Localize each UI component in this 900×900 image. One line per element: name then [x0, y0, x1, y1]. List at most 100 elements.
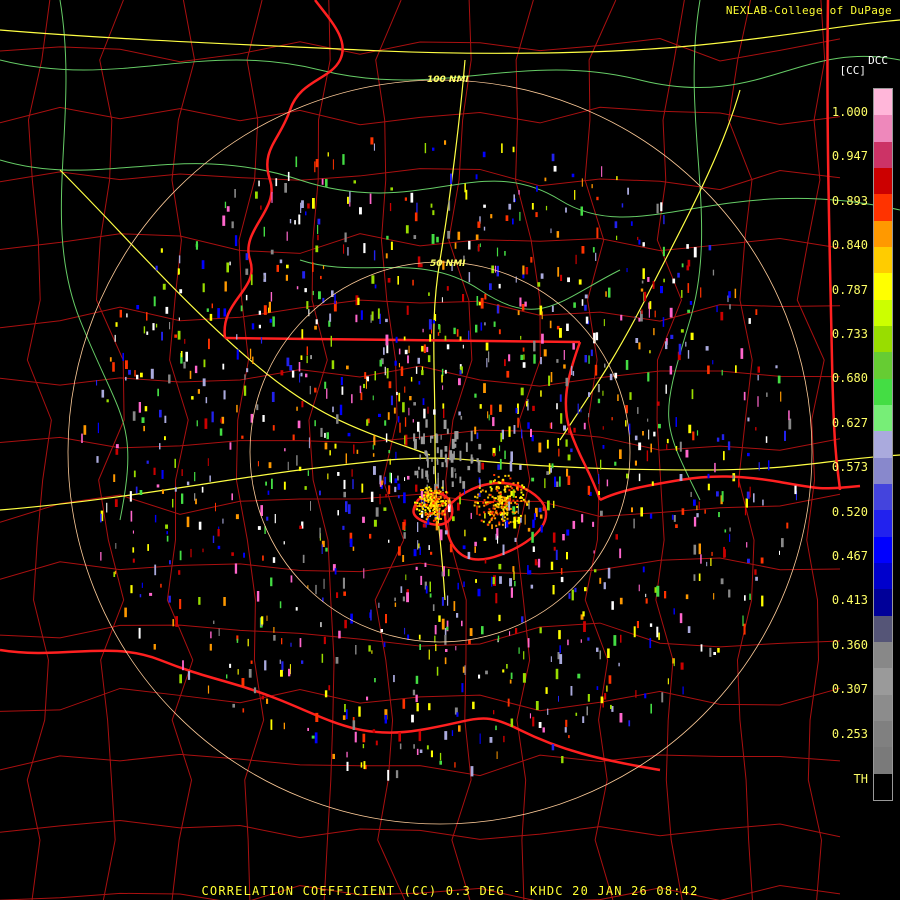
echo-gate [467, 465, 471, 471]
echo-gate [361, 483, 364, 493]
echo-gate [532, 519, 535, 528]
echo-gate [417, 256, 421, 268]
echo-gate [400, 586, 403, 593]
echo-gate [418, 509, 421, 512]
echo-gate [554, 476, 557, 487]
echo-gate [746, 491, 750, 499]
echo-gate [456, 712, 459, 717]
echo-gate [432, 492, 435, 495]
echo-gate [410, 376, 413, 382]
echo-gate [523, 354, 525, 360]
echo-gate [153, 467, 156, 475]
echo-gate [115, 449, 119, 455]
echo-gate [649, 350, 651, 354]
echo-gate [213, 620, 215, 624]
echo-gate [603, 582, 606, 590]
echo-gate [517, 310, 520, 316]
echo-gate [499, 576, 502, 584]
echo-gate [470, 454, 473, 464]
echo-gate [179, 674, 182, 684]
echo-gate [132, 547, 135, 553]
echo-gate [373, 466, 376, 475]
echo-gate [552, 532, 556, 543]
echo-gate [608, 675, 612, 684]
color-scale-segment [874, 747, 892, 774]
echo-gate [438, 504, 441, 507]
echo-gate [713, 652, 716, 655]
echo-gate [444, 657, 447, 665]
echo-gate [709, 647, 712, 657]
echo-gate [570, 686, 573, 696]
echo-gate [444, 369, 447, 374]
echo-gate [685, 449, 689, 458]
echo-gate [548, 375, 551, 386]
echo-gate [510, 490, 513, 496]
echo-gate [497, 535, 499, 544]
echo-gate [497, 485, 500, 488]
echo-gate [502, 478, 505, 481]
echo-gate [309, 385, 311, 395]
county-line [166, 0, 196, 900]
echo-gate [687, 283, 690, 293]
echo-gate [462, 294, 465, 302]
echo-gate [480, 297, 484, 309]
echo-gate [527, 527, 531, 532]
echo-gate [374, 678, 376, 683]
echo-gate [743, 391, 746, 401]
echo-gate [372, 729, 376, 734]
echo-gate [224, 281, 227, 292]
echo-gate [575, 712, 578, 716]
echo-gate [567, 454, 571, 461]
echo-gate [431, 435, 434, 439]
echo-gate [489, 494, 492, 496]
echo-gate [323, 636, 326, 645]
product-code: DCC [868, 54, 888, 67]
echo-gate [443, 497, 446, 500]
echo-gate [507, 499, 510, 502]
echo-gate [280, 370, 284, 376]
echo-gate [154, 514, 157, 523]
echo-gate [422, 328, 424, 333]
echo-gate [563, 350, 565, 360]
echo-gate [384, 714, 387, 724]
echo-gate [197, 389, 200, 394]
color-scale-tick-label: 0.307 [831, 682, 868, 697]
echo-gate [777, 375, 781, 384]
echo-gate [666, 444, 668, 450]
echo-gate [109, 357, 112, 362]
echo-gate [757, 396, 759, 407]
echo-gate [499, 445, 501, 452]
echo-gate [527, 403, 529, 411]
echo-gate [426, 745, 429, 750]
echo-gate [283, 541, 285, 545]
echo-gate [372, 444, 374, 450]
echo-gate [483, 383, 486, 393]
echo-gate [578, 279, 582, 285]
echo-gate [362, 516, 365, 523]
echo-gate [477, 493, 480, 496]
echo-gate [551, 422, 553, 429]
echo-gate [749, 593, 751, 600]
echo-gate [329, 450, 331, 456]
echo-gate [539, 627, 542, 634]
echo-gate [459, 450, 462, 462]
echo-gate [388, 539, 390, 543]
echo-gate [512, 499, 515, 502]
echo-gate [421, 507, 424, 510]
echo-gate [342, 715, 346, 720]
echo-gate [455, 646, 457, 651]
echo-gate [503, 488, 506, 491]
echo-gate [594, 364, 598, 376]
echo-gate [207, 685, 210, 694]
echo-gate [489, 283, 492, 290]
echo-gate [720, 311, 724, 321]
echo-gate [445, 500, 447, 503]
echo-gate [642, 431, 644, 436]
echo-gate [347, 432, 351, 437]
echo-gate [398, 348, 401, 355]
echo-gate [468, 330, 470, 340]
echo-gate [760, 557, 764, 564]
echo-gate [478, 505, 481, 508]
product-caption: CORRELATION COEFFICIENT (CC) 0.3 DEG - K… [201, 884, 699, 898]
echo-gate [602, 445, 605, 449]
